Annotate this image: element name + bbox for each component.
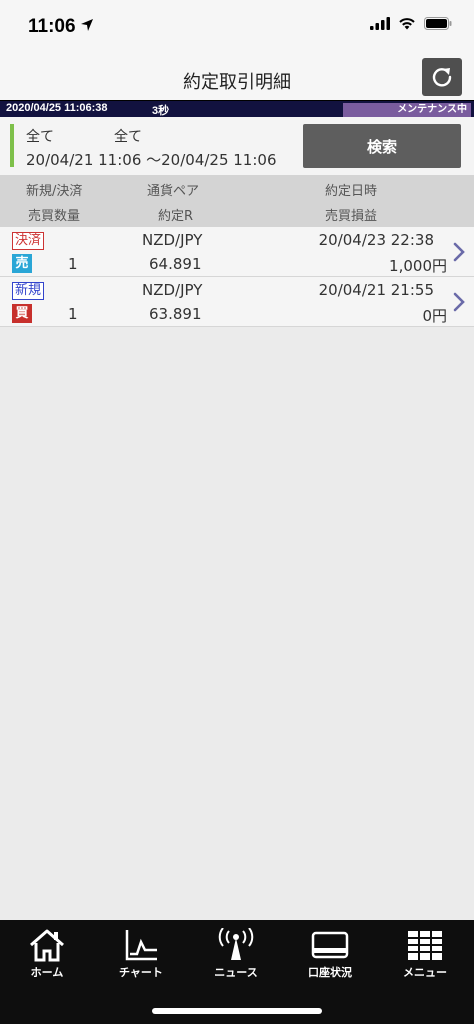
tab-chart-label: チャート	[119, 966, 163, 979]
new-tag: 新規	[12, 282, 45, 300]
header-pair: 通貨ペア	[147, 184, 200, 199]
search-button[interactable]: 検索	[303, 124, 461, 168]
row-datetime: 20/04/23 22:38	[318, 231, 434, 249]
tab-news-label: ニュース	[214, 966, 258, 979]
info-strip: 2020/04/25 11:06:38 3秒 メンテナンス中	[0, 100, 474, 117]
menu-grid-icon	[408, 931, 442, 960]
chart-icon	[125, 930, 157, 961]
row-pair: NZD/JPY	[142, 281, 203, 299]
tab-news[interactable]: ニュース	[196, 928, 276, 984]
status-indicators	[370, 17, 452, 30]
filter-type-value: 全て	[26, 129, 54, 145]
location-arrow-icon	[81, 19, 93, 31]
row-quantity: 1	[68, 255, 78, 273]
chevron-right-icon	[453, 292, 465, 312]
signal-icon	[370, 17, 390, 30]
header-profit-loss: 売買損益	[325, 209, 378, 224]
tab-home-label: ホーム	[30, 966, 64, 979]
maintenance-badge: メンテナンス中	[343, 103, 471, 117]
row-rate: 64.891	[149, 255, 202, 273]
battery-icon	[424, 17, 452, 30]
header-exec-rate: 約定R	[158, 209, 194, 224]
filter-pair-value: 全て	[114, 129, 142, 145]
refresh-button[interactable]	[422, 58, 462, 96]
table-row[interactable]: 新規 買 1 NZD/JPY 63.891 20/04/21 21:55 0円	[0, 277, 474, 327]
tab-chart[interactable]: チャート	[101, 928, 181, 984]
row-profit-loss: 0円	[422, 307, 447, 325]
account-card-icon	[311, 931, 349, 959]
filter-accent-bar	[10, 124, 14, 167]
nav-bar: 約定取引明細	[0, 58, 474, 100]
update-interval: 3秒	[152, 105, 170, 117]
row-rate: 63.891	[149, 305, 202, 323]
page-title: 約定取引明細	[183, 72, 291, 93]
close-tag: 決済	[12, 232, 45, 250]
row-datetime: 20/04/21 21:55	[318, 281, 434, 299]
header-new-close: 新規/決済	[26, 184, 83, 199]
server-datetime: 2020/04/25 11:06:38	[6, 102, 108, 114]
refresh-icon	[432, 68, 452, 87]
filter-panel[interactable]: 全て 全て 20/04/21 11:06 ～20/04/25 11:06 検索	[0, 117, 474, 175]
row-profit-loss: 1,000円	[389, 257, 447, 275]
tab-home[interactable]: ホーム	[7, 928, 87, 984]
home-icon	[30, 929, 64, 962]
tab-account-label: 口座状況	[308, 966, 352, 979]
status-bar: 11:06	[0, 0, 474, 58]
news-antenna-icon	[218, 928, 254, 960]
filter-date-range: 20/04/21 11:06 ～20/04/25 11:06	[26, 151, 277, 169]
row-pair: NZD/JPY	[142, 231, 203, 249]
tab-menu-label: メニュー	[403, 966, 447, 979]
sell-badge: 売	[12, 254, 32, 273]
header-exec-datetime: 約定日時	[325, 184, 378, 199]
tab-account[interactable]: 口座状況	[290, 928, 370, 984]
chevron-right-icon	[453, 242, 465, 262]
home-indicator	[152, 1008, 322, 1014]
table-row[interactable]: 決済 売 1 NZD/JPY 64.891 20/04/23 22:38 1,0…	[0, 227, 474, 277]
buy-badge: 買	[12, 304, 32, 323]
wifi-icon	[399, 18, 415, 30]
row-quantity: 1	[68, 305, 78, 323]
status-time: 11:06	[28, 16, 76, 37]
tab-menu[interactable]: メニュー	[385, 928, 465, 984]
header-quantity: 売買数量	[28, 209, 81, 224]
table-header: 新規/決済 通貨ペア 約定日時 売買数量 約定R 売買損益	[0, 175, 474, 227]
